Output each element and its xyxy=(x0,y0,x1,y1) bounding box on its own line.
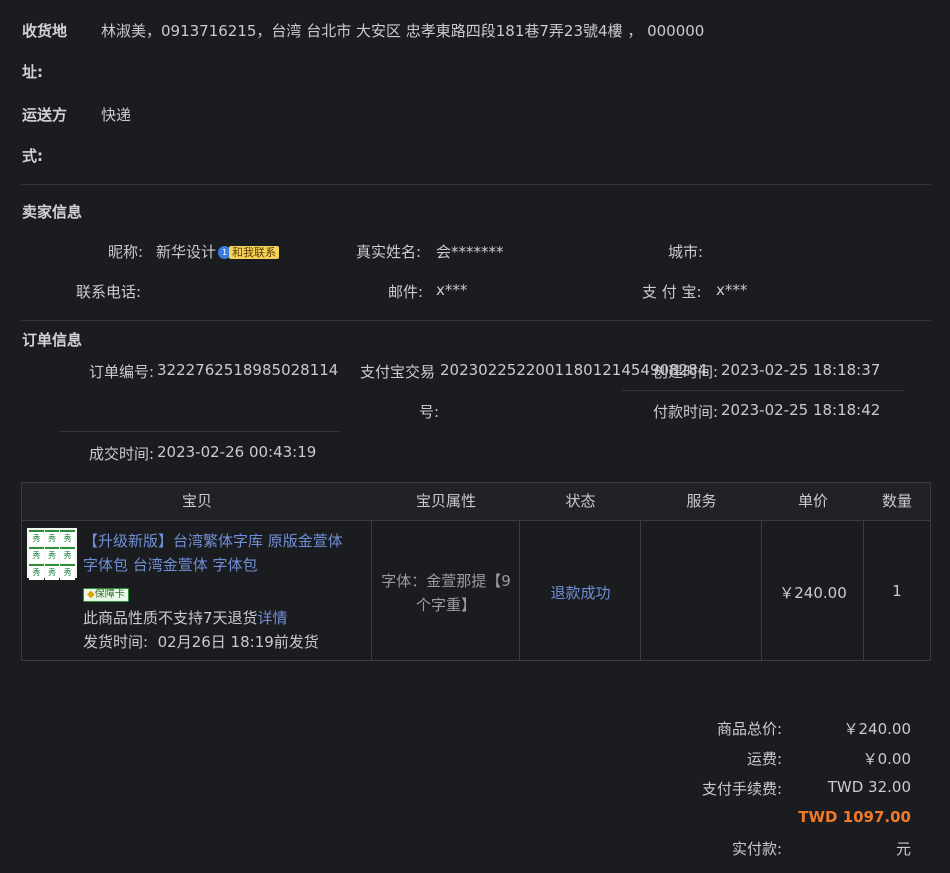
quantity: 1 xyxy=(892,582,902,600)
header-unit-price: 单价 xyxy=(797,492,828,510)
deal-time-value: 2023-02-26 00:43:19 xyxy=(157,443,317,461)
order-no-label: 订单编号: xyxy=(89,363,155,381)
return-details-link[interactable]: 详情 xyxy=(258,609,288,627)
return-policy: 此商品性质不支持7天退货详情 xyxy=(83,607,288,628)
header-item: 宝贝 xyxy=(181,492,212,510)
product-title-link-cont[interactable]: 字体包 台湾金萱体 字体包 xyxy=(83,554,258,575)
order-section-title: 订单信息 xyxy=(22,331,83,349)
seller-section-title: 卖家信息 xyxy=(22,203,83,221)
return-note: 此商品性质不支持7天退货 xyxy=(83,609,258,627)
shipping-method-label-cont: 式: xyxy=(22,147,43,165)
thumb-glyph: 秀 xyxy=(44,530,60,546)
seller-realname-value: 会******* xyxy=(436,243,504,261)
header-quantity: 数量 xyxy=(881,492,912,510)
divider xyxy=(21,184,931,185)
shield-icon: ◆ xyxy=(87,589,95,600)
paid-time-value: 2023-02-25 18:18:42 xyxy=(721,401,881,419)
header-service: 服务 xyxy=(686,492,717,510)
created-time-value: 2023-02-25 18:18:37 xyxy=(721,361,881,379)
attr-line: 字体：金萱那提【9 xyxy=(381,572,511,590)
divider xyxy=(622,390,904,391)
thumb-glyph: 秀 xyxy=(60,564,75,580)
thumb-glyph: 秀 xyxy=(44,564,60,580)
seller-email-value: x*** xyxy=(436,281,468,299)
header-status: 状态 xyxy=(565,492,596,510)
seller-alipay-label: 支 付 宝: xyxy=(642,283,702,301)
thumb-glyph: 秀 xyxy=(60,530,75,546)
thumb-glyph: 秀 xyxy=(44,547,60,563)
seller-city-label: 城市: xyxy=(668,243,704,261)
product-thumbnail[interactable]: 秀 秀 秀 秀 秀 秀 秀 秀 秀 xyxy=(27,528,77,580)
paid-amount-label: 实付款: xyxy=(731,840,782,858)
shipping-method-label: 运送方 xyxy=(22,106,68,124)
thumb-glyph: 秀 xyxy=(60,547,75,563)
seller-alipay-value: x*** xyxy=(716,281,748,299)
unit-price: ￥240.00 xyxy=(779,584,847,602)
alipay-tx-label-cont: 号: xyxy=(419,403,440,421)
refund-status-link[interactable]: 退款成功 xyxy=(520,582,641,603)
ship-time: 发货时间: 02月26日 18:19前发货 xyxy=(83,631,319,652)
created-time-label: 创建时间: xyxy=(653,363,719,381)
shipping-fee-value: ￥0.00 xyxy=(862,750,911,768)
guarantee-label: 保障卡 xyxy=(94,589,125,600)
thumb-glyph: 秀 xyxy=(29,530,44,546)
ship-time-value: 02月26日 18:19前发货 xyxy=(157,633,319,651)
seller-realname-label: 真实姓名: xyxy=(356,243,422,261)
table-header: 宝贝 宝贝属性 状态 服务 单价 数量 xyxy=(22,483,930,521)
order-items-table: 宝贝 宝贝属性 状态 服务 单价 数量 秀 秀 秀 秀 秀 秀 秀 秀 秀 【升… xyxy=(21,482,931,661)
seller-nickname-value: 新华设计 xyxy=(156,243,217,261)
seller-nickname: 新华设计 1 和我联系 xyxy=(156,241,280,262)
product-title-link[interactable]: 【升级新版】台湾繁体字库 原版金萱体 xyxy=(83,530,343,551)
subtotal-label: 商品总价: xyxy=(716,720,782,738)
address-label-cont: 址: xyxy=(22,63,43,81)
paid-time-label: 付款时间: xyxy=(653,403,719,421)
contact-seller-label: 和我联系 xyxy=(229,246,280,259)
order-no-value: 3222762518985028114 xyxy=(157,361,339,379)
payment-fee-value: TWD 32.00 xyxy=(827,778,911,796)
deal-time-label: 成交时间: xyxy=(89,445,155,463)
thumb-glyph: 秀 xyxy=(29,547,44,563)
subtotal-value: ￥240.00 xyxy=(843,720,912,738)
header-attributes: 宝贝属性 xyxy=(415,492,476,510)
paid-amount-unit: 元 xyxy=(895,840,911,858)
contact-seller-button[interactable]: 1 和我联系 xyxy=(218,246,280,259)
divider xyxy=(21,320,931,321)
thumb-glyph: 秀 xyxy=(29,564,44,580)
item-attributes: 字体：金萱那提【9 个字重】 xyxy=(372,569,520,617)
total-amount: TWD 1097.00 xyxy=(798,808,911,826)
seller-email-label: 邮件: xyxy=(388,283,424,301)
divider xyxy=(59,431,340,432)
shipping-method-value: 快递 xyxy=(101,106,132,124)
ship-time-label: 发货时间: xyxy=(83,633,149,651)
seller-phone-label: 联系电话: xyxy=(76,283,142,301)
seller-nickname-label: 昵称: xyxy=(108,243,144,261)
alipay-tx-label: 支付宝交易 xyxy=(360,363,436,381)
address-value: 林淑美，0913716215，台湾 台北市 大安区 忠孝東路四段181巷7弄23… xyxy=(101,22,705,40)
guarantee-badge[interactable]: ◆保障卡 xyxy=(83,583,129,602)
shipping-fee-label: 运费: xyxy=(746,750,782,768)
attr-line: 个字重】 xyxy=(415,596,476,614)
address-label: 收货地 xyxy=(22,22,68,40)
payment-fee-label: 支付手续费: xyxy=(701,780,782,798)
